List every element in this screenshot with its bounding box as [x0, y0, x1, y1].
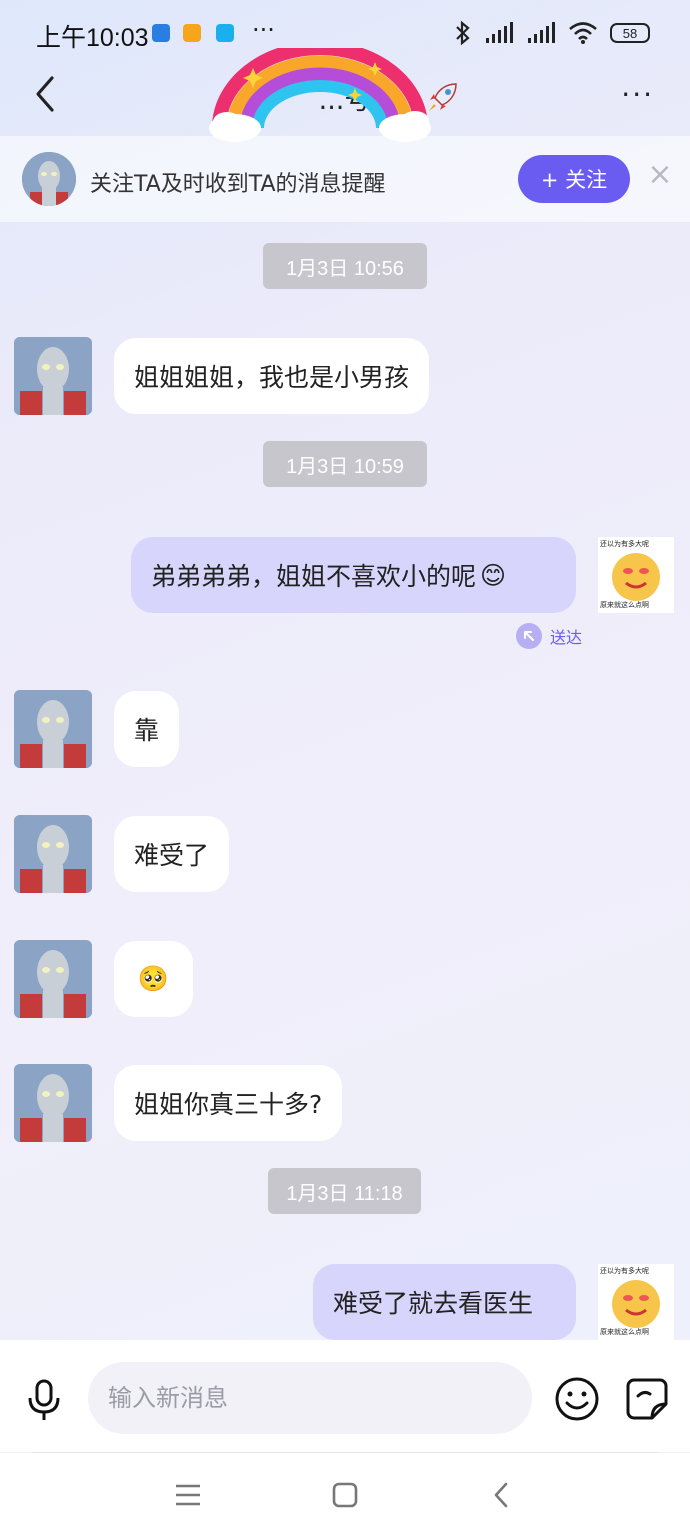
incoming-message-bubble[interactable]: 靠 [114, 691, 180, 767]
message-text: 弟弟弟弟，姐姐不喜欢小的呢 [151, 562, 477, 591]
avatar[interactable] [14, 940, 92, 1018]
notification-app-icon [183, 24, 201, 42]
chat-header: ...号 ··· [0, 48, 690, 142]
my-avatar[interactable]: 还以为有多大呢 原来就这么点啊 [598, 1264, 674, 1340]
signal-icon [528, 22, 555, 43]
sticker-icon[interactable] [624, 1376, 670, 1422]
home-icon[interactable] [327, 1477, 363, 1513]
sticker-top-text: 还以为有多大呢 [600, 1267, 649, 1275]
incoming-message-bubble[interactable]: 姐姐姐姐，我也是小男孩 [114, 338, 430, 414]
sticker-bottom-text: 原来就这么点啊 [600, 1328, 649, 1336]
smiley-icon[interactable] [554, 1376, 600, 1422]
signal-icon [486, 22, 513, 43]
message-input[interactable] [88, 1362, 532, 1434]
more-options-button[interactable]: ··· [621, 78, 654, 111]
system-navigation-bar [0, 1453, 690, 1535]
follow-prompt-text: 关注TA及时收到TA的消息提醒 [90, 172, 386, 197]
back-nav-icon[interactable] [484, 1477, 520, 1513]
follow-button[interactable]: + 关注 [518, 155, 630, 203]
rocket-icon [429, 83, 457, 111]
incoming-message-bubble[interactable]: 🥺 [114, 941, 193, 1017]
delivered-icon [516, 623, 542, 649]
my-avatar[interactable]: 还以为有多大呢 原来就这么点啊 [598, 537, 674, 613]
rainbow-decoration-icon [209, 48, 431, 142]
incoming-message-bubble[interactable]: 难受了 [114, 816, 230, 892]
sticker-top-text: 还以为有多大呢 [600, 540, 649, 548]
status-time: 上午10:03 [36, 24, 149, 52]
back-icon[interactable] [28, 72, 64, 116]
microphone-icon[interactable] [22, 1378, 66, 1422]
avatar[interactable] [14, 690, 92, 768]
flushed-emoji-icon: 😊 [480, 560, 507, 590]
delivered-text: 送达 [550, 628, 583, 647]
close-icon[interactable]: × [646, 158, 674, 192]
pleading-emoji-icon: 🥺 [137, 964, 170, 993]
avatar[interactable] [14, 815, 92, 893]
follow-banner: 关注TA及时收到TA的消息提醒 + 关注 × [0, 136, 690, 222]
avatar[interactable] [22, 152, 76, 206]
bluetooth-icon [456, 20, 470, 46]
outgoing-message-bubble[interactable]: 难受了就去看医生 [313, 1264, 576, 1340]
menu-icon[interactable] [170, 1477, 206, 1513]
notification-app-icon [216, 24, 234, 42]
delivery-status: 送达 [516, 623, 582, 649]
outgoing-message-bubble[interactable]: 弟弟弟弟，姐姐不喜欢小的呢 😊 [131, 537, 576, 613]
timestamp: 1月3日 10:56 [263, 243, 427, 289]
battery-icon: 58 [610, 23, 650, 43]
sticker-bottom-text: 原来就这么点啊 [600, 601, 649, 609]
avatar[interactable] [14, 1064, 92, 1142]
timestamp: 1月3日 10:59 [263, 441, 427, 487]
system-icons: 58 [454, 20, 650, 46]
more-notifications-icon: ··· [252, 16, 275, 44]
message-input-bar [0, 1340, 690, 1452]
incoming-message-bubble[interactable]: 姐姐你真三十多? [114, 1065, 343, 1141]
avatar[interactable] [14, 337, 92, 415]
timestamp: 1月3日 11:18 [268, 1168, 421, 1214]
wifi-icon [569, 22, 597, 44]
notification-app-icon [152, 24, 170, 42]
